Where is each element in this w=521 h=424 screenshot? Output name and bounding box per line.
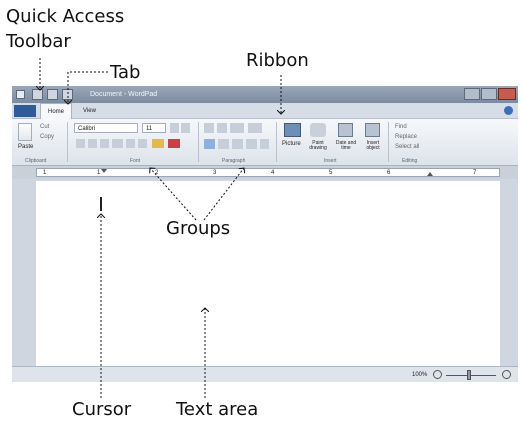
groups-leader-paragraph	[203, 168, 244, 221]
groups-leader-font	[150, 168, 197, 221]
tab-leader	[68, 71, 108, 104]
callout-lines	[0, 58, 521, 398]
